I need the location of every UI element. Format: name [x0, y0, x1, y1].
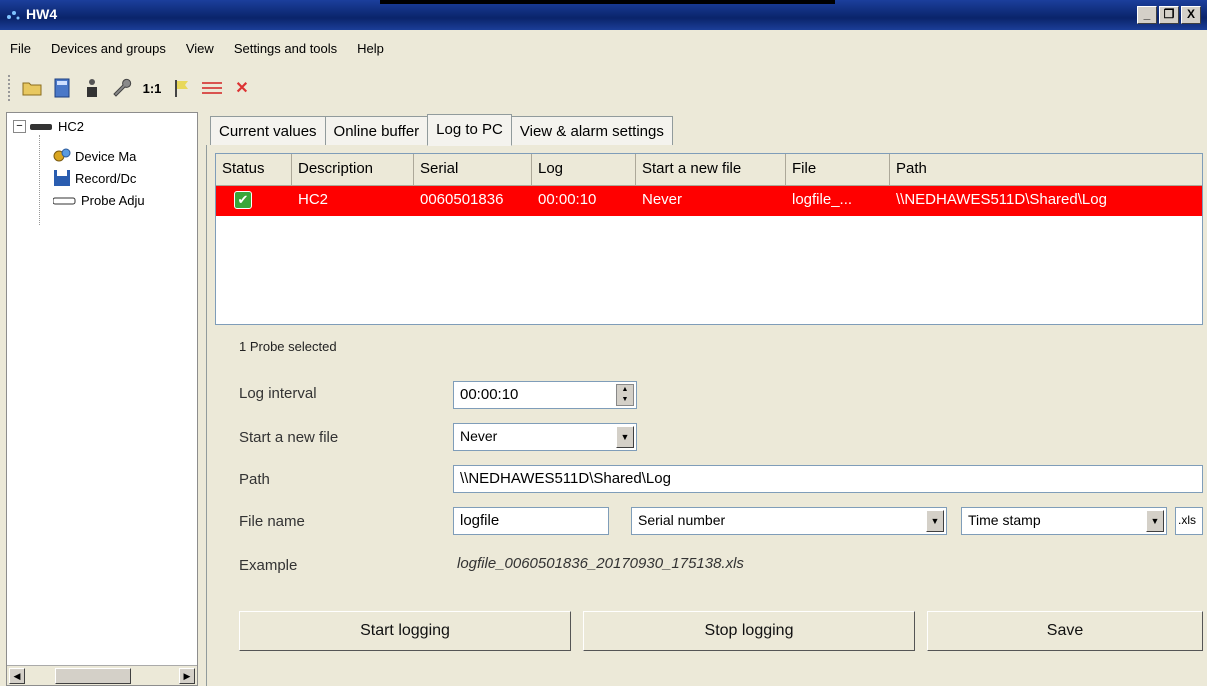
- tree-item-record[interactable]: Record/Dc: [53, 169, 136, 187]
- path-label: Path: [239, 471, 270, 488]
- tree-item-probe-adjust[interactable]: Probe Adju: [53, 193, 145, 208]
- spinner-icon[interactable]: ▲ ▼: [616, 384, 634, 406]
- example-filename: logfile_0060501836_20170930_175138.xls: [457, 555, 744, 572]
- path-input[interactable]: \\NEDHAWES511D\Shared\Log: [453, 465, 1203, 493]
- dropdown-arrow-icon[interactable]: ▼: [616, 426, 634, 448]
- app-icon: [7, 11, 20, 20]
- status-cell: ✔: [216, 186, 292, 216]
- start-new-file-cell: Never: [642, 191, 683, 208]
- time-stamp-select[interactable]: Time stamp ▼: [961, 507, 1167, 535]
- example-label: Example: [239, 557, 298, 574]
- grid-header: Status Description Serial Log Start a ne…: [216, 154, 1202, 186]
- description-cell: HC2: [298, 191, 329, 208]
- column-log[interactable]: Log: [532, 154, 636, 185]
- tree-item-device-manager[interactable]: Device Ma: [53, 147, 136, 165]
- menu-help[interactable]: Help: [357, 41, 384, 56]
- selection-status: 1 Probe selected: [239, 339, 337, 354]
- column-start-new-file[interactable]: Start a new file: [636, 154, 786, 185]
- start-new-file-label: Start a new file: [239, 429, 339, 446]
- scroll-right-icon[interactable]: ▶: [179, 668, 195, 684]
- column-description[interactable]: Description: [292, 154, 414, 185]
- tree-label: Record/Dc: [75, 170, 137, 186]
- save-button[interactable]: Save: [927, 611, 1203, 651]
- stop-logging-button[interactable]: Stop logging: [583, 611, 915, 651]
- scroll-thumb[interactable]: [55, 668, 131, 684]
- save-icon: [54, 170, 70, 186]
- gears-icon: [53, 148, 71, 162]
- tab-view-alarm-settings[interactable]: View & alarm settings: [510, 116, 673, 146]
- log-interval-label: Log interval: [239, 385, 317, 402]
- log-cell: 00:00:10: [538, 191, 597, 208]
- maximize-button[interactable]: ❐: [1159, 6, 1179, 24]
- minimize-button[interactable]: _: [1137, 6, 1157, 24]
- collapse-icon[interactable]: −: [13, 120, 26, 133]
- tab-current-values[interactable]: Current values: [210, 116, 326, 146]
- column-status[interactable]: Status: [216, 154, 292, 185]
- table-row[interactable]: ✔ HC2 0060501836 00:00:10 Never logfile_…: [216, 186, 1202, 216]
- open-folder-icon[interactable]: [20, 76, 44, 100]
- window-title: HW4: [26, 6, 58, 22]
- dropdown-arrow-icon[interactable]: ▼: [926, 510, 944, 532]
- person-icon[interactable]: [80, 76, 104, 100]
- menu-file[interactable]: File: [10, 41, 31, 56]
- checkmark-icon: ✔: [234, 191, 252, 209]
- toolbar: 1:1 ✕: [0, 66, 1207, 110]
- column-path[interactable]: Path: [890, 154, 1202, 185]
- menu-devices-and-groups[interactable]: Devices and groups: [51, 41, 166, 56]
- lines-icon[interactable]: [200, 76, 224, 100]
- delete-icon[interactable]: ✕: [230, 76, 254, 100]
- probe-grid: Status Description Serial Log Start a ne…: [215, 153, 1203, 325]
- menu-bar: File Devices and groups View Settings an…: [0, 30, 1207, 66]
- probe-icon: [53, 197, 76, 204]
- column-file[interactable]: File: [786, 154, 890, 185]
- tab-online-buffer[interactable]: Online buffer: [324, 116, 429, 146]
- close-button[interactable]: X: [1181, 6, 1201, 24]
- scroll-left-icon[interactable]: ◀: [9, 668, 25, 684]
- probe-icon: [30, 123, 52, 130]
- serial-number-select[interactable]: Serial number ▼: [631, 507, 947, 535]
- menu-settings-and-tools[interactable]: Settings and tools: [234, 41, 337, 56]
- title-bar: HW4 _ ❐ X: [0, 0, 1207, 30]
- ratio-label[interactable]: 1:1: [140, 76, 164, 100]
- wrench-icon[interactable]: [110, 76, 134, 100]
- file-name-input[interactable]: logfile: [453, 507, 609, 535]
- tree-label: Device Ma: [75, 148, 137, 164]
- column-serial[interactable]: Serial: [414, 154, 532, 185]
- file-name-label: File name: [239, 513, 305, 530]
- log-to-pc-panel: Status Description Serial Log Start a ne…: [206, 145, 1207, 686]
- tree-horizontal-scrollbar[interactable]: ◀ ▶: [7, 665, 197, 685]
- start-logging-button[interactable]: Start logging: [239, 611, 571, 651]
- menu-view[interactable]: View: [186, 41, 214, 56]
- start-new-file-select[interactable]: Never ▼: [453, 423, 637, 451]
- toolbar-grip: [8, 75, 12, 101]
- tab-strip: Current values Online buffer Log to PC V…: [210, 114, 673, 146]
- device-tree: − HC2 Device Ma Record/Dc Probe Adju ◀ ▶: [6, 112, 198, 686]
- file-cell: logfile_...: [792, 191, 853, 208]
- log-interval-input[interactable]: 00:00:10 ▲ ▼: [453, 381, 637, 409]
- tab-log-to-pc[interactable]: Log to PC: [427, 114, 512, 146]
- dropdown-arrow-icon[interactable]: ▼: [1146, 510, 1164, 532]
- serial-cell: 0060501836: [420, 191, 504, 208]
- tree-item-hc2[interactable]: − HC2: [13, 119, 84, 134]
- tree-label: Probe Adju: [81, 193, 145, 208]
- path-cell: \\NEDHAWES511D\Shared\Log: [896, 191, 1107, 208]
- calculator-icon[interactable]: [50, 76, 74, 100]
- extension-field[interactable]: .xls: [1175, 507, 1203, 535]
- tree-label: HC2: [58, 119, 85, 134]
- flag-icon[interactable]: [170, 76, 194, 100]
